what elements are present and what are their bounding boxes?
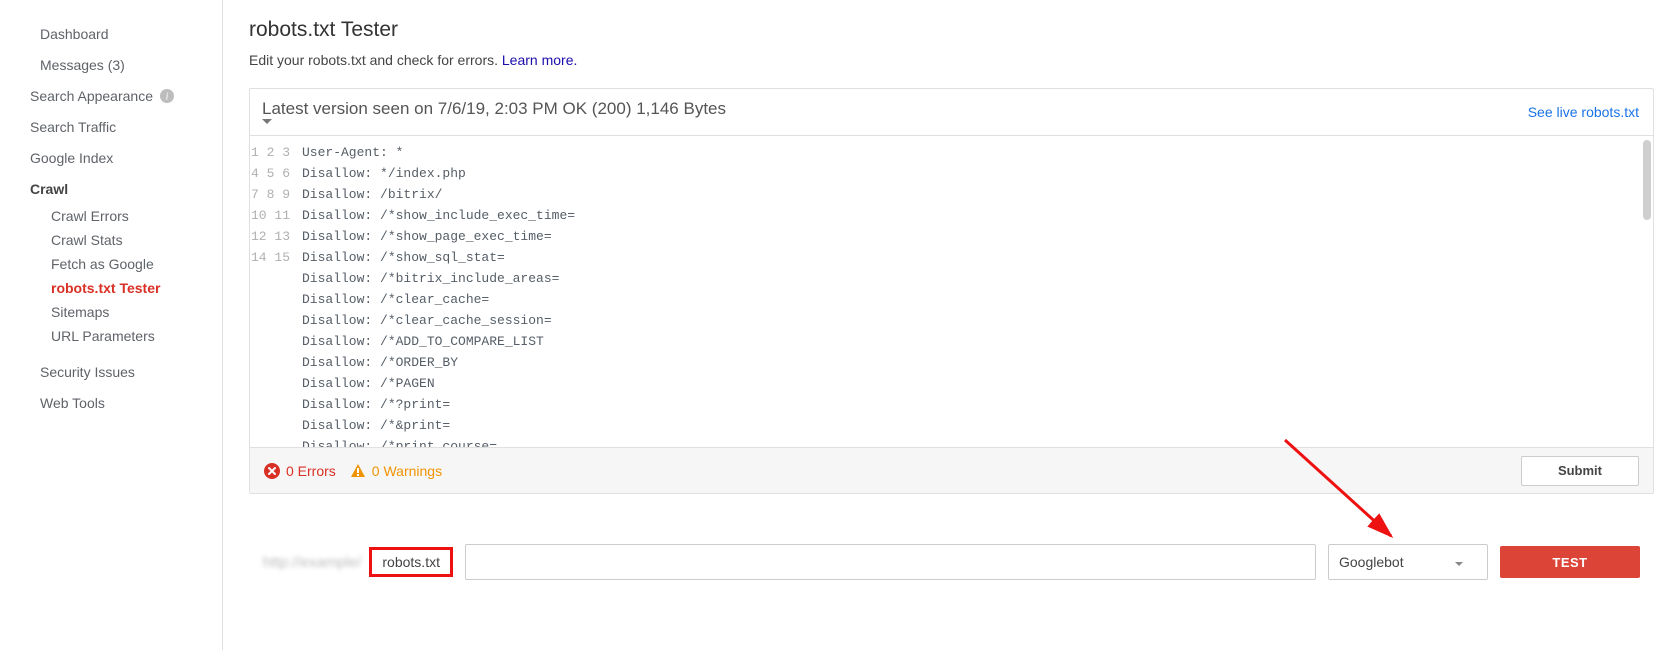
main-content: robots.txt Tester Edit your robots.txt a…: [222, 0, 1680, 650]
error-icon: [264, 463, 280, 479]
sidebar-item-label: Search Appearance: [30, 88, 153, 104]
sidebar-item-crawl-errors[interactable]: Crawl Errors: [11, 204, 222, 228]
url-input[interactable]: [465, 544, 1316, 580]
sidebar-item-label: Crawl Errors: [11, 208, 129, 224]
see-live-robots-link[interactable]: See live robots.txt: [1528, 104, 1639, 120]
sidebar-item-security-issues[interactable]: Security Issues: [0, 356, 222, 387]
sidebar-item-crawl-stats[interactable]: Crawl Stats: [11, 228, 222, 252]
sidebar-item-label: Fetch as Google: [11, 256, 154, 272]
chevron-down-icon: [0, 185, 30, 193]
chevron-right-icon: [0, 92, 30, 100]
robots-txt-chip: robots.txt: [369, 547, 453, 577]
sidebar-item-label: robots.txt Tester: [11, 280, 160, 296]
sidebar: DashboardMessages (3)Search AppearanceiS…: [0, 0, 222, 650]
version-row: Latest version seen on 7/6/19, 2:03 PM O…: [250, 89, 1653, 135]
sidebar-item-sitemaps[interactable]: Sitemaps: [11, 300, 222, 324]
sidebar-item-search-appearance[interactable]: Search Appearance i: [0, 80, 222, 111]
sidebar-item-label: Crawl: [30, 181, 68, 197]
robots-editor[interactable]: 1 2 3 4 5 6 7 8 9 10 11 12 13 14 15 User…: [250, 135, 1653, 447]
sidebar-item-google-index[interactable]: Google Index: [0, 142, 222, 173]
error-text: 0 Errors: [286, 463, 336, 479]
chevron-right-icon: [0, 154, 30, 162]
warning-count: 0 Warnings: [350, 463, 442, 479]
submit-button[interactable]: Submit: [1521, 456, 1639, 486]
sidebar-item-label: URL Parameters: [11, 328, 155, 344]
page-title: robots.txt Tester: [249, 18, 1654, 42]
url-prefix-blurred: http://example/: [263, 554, 361, 571]
warning-text: 0 Warnings: [372, 463, 442, 479]
line-gutter: 1 2 3 4 5 6 7 8 9 10 11 12 13 14 15: [250, 136, 298, 447]
sidebar-item-crawl[interactable]: Crawl: [0, 173, 222, 204]
sidebar-item-label: Crawl Stats: [11, 232, 123, 248]
status-bar: 0 Errors 0 Warnings Submit: [250, 447, 1653, 493]
svg-text:i: i: [166, 91, 169, 102]
user-agent-select[interactable]: Googlebot: [1328, 544, 1488, 580]
sidebar-item-label: Sitemaps: [11, 304, 109, 320]
sidebar-item-robots-txt-tester[interactable]: robots.txt Tester: [11, 276, 222, 300]
sidebar-item-label: Messages (3): [0, 57, 125, 73]
sidebar-item-messages-3[interactable]: Messages (3): [0, 49, 222, 80]
info-icon: i: [159, 88, 175, 104]
code-area[interactable]: User-Agent: * Disallow: */index.php Disa…: [298, 136, 1653, 447]
sidebar-item-label: Dashboard: [0, 26, 109, 42]
sidebar-item-label: Web Tools: [0, 395, 105, 411]
sidebar-item-search-traffic[interactable]: Search Traffic: [0, 111, 222, 142]
subtitle-text: Edit your robots.txt and check for error…: [249, 52, 502, 68]
error-count: 0 Errors: [264, 463, 336, 479]
url-test-row: http://example/ robots.txt Googlebot TES…: [249, 544, 1654, 580]
sidebar-item-label: Search Traffic: [30, 119, 116, 135]
sidebar-item-label: Google Index: [30, 150, 113, 166]
crawl-subnav: Crawl Errors Crawl Stats Fetch as Google ro…: [0, 204, 222, 348]
scrollbar-thumb[interactable]: [1643, 140, 1651, 220]
sidebar-item-dashboard[interactable]: Dashboard: [0, 18, 222, 49]
sidebar-item-label: Security Issues: [0, 364, 135, 380]
warning-icon: [350, 463, 366, 479]
chevron-down-icon: [262, 119, 730, 125]
sidebar-item-url-parameters[interactable]: URL Parameters: [11, 324, 222, 348]
learn-more-link[interactable]: Learn more.: [502, 52, 577, 68]
version-dropdown[interactable]: Latest version seen on 7/6/19, 2:03 PM O…: [262, 99, 730, 125]
user-agent-value: Googlebot: [1339, 554, 1404, 570]
version-text: Latest version seen on 7/6/19, 2:03 PM O…: [262, 99, 726, 118]
sidebar-item-web-tools[interactable]: Web Tools: [0, 387, 222, 418]
test-button[interactable]: TEST: [1500, 546, 1640, 578]
robots-card: Latest version seen on 7/6/19, 2:03 PM O…: [249, 88, 1654, 494]
page-subtitle: Edit your robots.txt and check for error…: [249, 52, 1654, 68]
chevron-down-icon: [1455, 554, 1463, 570]
chevron-right-icon: [0, 123, 30, 131]
sidebar-item-fetch-as-google[interactable]: Fetch as Google: [11, 252, 222, 276]
